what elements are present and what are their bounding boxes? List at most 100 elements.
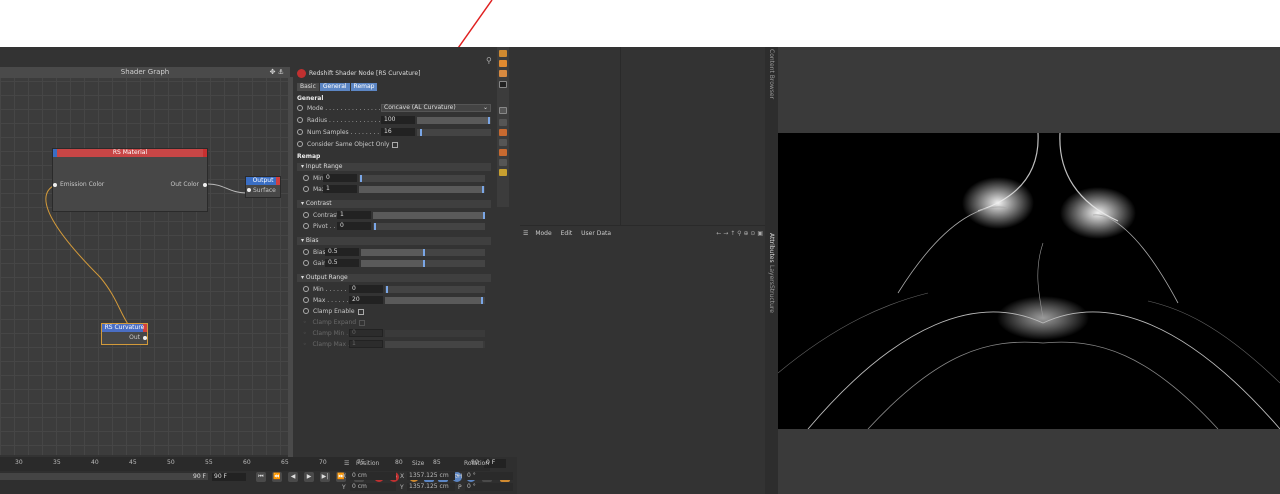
- render-icon[interactable]: [499, 50, 507, 57]
- output-max-slider[interactable]: [385, 297, 485, 304]
- side-tab-content-browser[interactable]: Content Browser: [768, 49, 775, 99]
- num-samples-animate-icon[interactable]: [297, 128, 303, 135]
- remap-heading: Remap: [297, 153, 321, 160]
- output-node[interactable]: Output Surface: [245, 176, 281, 198]
- bias-group[interactable]: ▾ Bias: [297, 237, 491, 245]
- num-samples-input[interactable]: 16: [381, 128, 415, 136]
- next-frame-button[interactable]: ▶|: [320, 472, 330, 482]
- clamp-enable-checkbox[interactable]: [357, 308, 364, 315]
- tool-icon-e[interactable]: [499, 159, 507, 166]
- coords-menu-icon[interactable]: ☰: [344, 460, 349, 467]
- input-min-input[interactable]: 0: [323, 174, 357, 182]
- num-samples-slider[interactable]: [417, 129, 491, 136]
- input-min-animate-icon[interactable]: [303, 174, 309, 181]
- previous-key-button[interactable]: ⏪: [272, 472, 282, 482]
- menu-user-data[interactable]: User Data: [581, 230, 611, 237]
- tool-icon-c[interactable]: [499, 139, 507, 146]
- output-min-input[interactable]: 0: [349, 285, 383, 293]
- mode-row: Mode . . . . . . . . . . . . . . . Conca…: [297, 104, 491, 113]
- render-view-image[interactable]: [778, 133, 1280, 429]
- y-size-field[interactable]: 1357.125 cm: [407, 483, 455, 491]
- h-rotation-field[interactable]: 0 °: [465, 472, 513, 480]
- consider-animate-icon[interactable]: [297, 140, 303, 147]
- radius-input[interactable]: 100: [381, 116, 415, 124]
- bias-input[interactable]: 0.5: [325, 248, 359, 256]
- tool-icon-b[interactable]: [499, 129, 507, 136]
- menu-edit[interactable]: Edit: [561, 230, 573, 237]
- picture-viewer-icon[interactable]: [499, 81, 507, 88]
- tool-icon-d[interactable]: [499, 149, 507, 156]
- contrast-input[interactable]: 1: [337, 211, 371, 219]
- layout-icon[interactable]: [499, 107, 507, 114]
- end-frame-field[interactable]: 90 F: [212, 473, 246, 481]
- output-max-animate-icon[interactable]: [303, 296, 309, 303]
- go-to-start-button[interactable]: ⏮: [256, 472, 266, 482]
- pivot-animate-icon[interactable]: [303, 222, 309, 229]
- object-manager-panel: [520, 47, 765, 494]
- rs-material-node[interactable]: RS Material Emission Color Out Color: [52, 148, 208, 212]
- clamp-max-slider: [385, 341, 485, 348]
- radius-animate-icon[interactable]: [297, 116, 303, 123]
- p-rotation-axis-label: P: [458, 484, 462, 491]
- input-min-slider[interactable]: [359, 175, 485, 182]
- output-min-animate-icon[interactable]: [303, 285, 309, 292]
- surface-port[interactable]: [247, 188, 251, 192]
- contrast-animate-icon[interactable]: [303, 211, 309, 218]
- search-icon[interactable]: ⚲: [486, 56, 492, 65]
- out-color-port[interactable]: [203, 183, 207, 187]
- input-max-slider[interactable]: [359, 186, 485, 193]
- tab-remap[interactable]: Remap: [350, 83, 378, 91]
- input-max-animate-icon[interactable]: [303, 185, 309, 192]
- attributes-menubar: ☰ Mode Edit User Data ← → ↑ ⚲ ⊕ ⊙ ▣: [520, 227, 765, 240]
- consider-checkbox[interactable]: [392, 141, 399, 148]
- mode-dropdown[interactable]: Concave (AL Curvature) ⌄: [381, 104, 491, 112]
- tab-basic[interactable]: Basic: [297, 83, 319, 91]
- coords-header-position: Position: [356, 460, 380, 467]
- frame-range-bar[interactable]: 90 F: [0, 473, 208, 480]
- output-min-slider[interactable]: [385, 286, 485, 293]
- contrast-group[interactable]: ▾ Contrast: [297, 200, 491, 208]
- x-size-field[interactable]: 1357.125 cm: [407, 472, 455, 480]
- rs-curvature-node[interactable]: RS Curvature Out: [101, 323, 148, 345]
- rs-curvature-header[interactable]: RS Curvature: [102, 324, 147, 332]
- pivot-input[interactable]: 0: [337, 222, 371, 230]
- side-tab-attributes[interactable]: Attributes: [768, 233, 775, 263]
- render-settings-icon[interactable]: [499, 60, 507, 67]
- tab-general[interactable]: General: [319, 83, 350, 91]
- pivot-row: Pivot . . 0: [303, 222, 497, 231]
- contrast-slider[interactable]: [373, 212, 485, 219]
- p-rotation-field[interactable]: 0 °: [465, 483, 513, 491]
- out-port[interactable]: [143, 336, 147, 340]
- output-max-input[interactable]: 20: [349, 296, 383, 304]
- render-view-icon[interactable]: [499, 70, 507, 77]
- clamp-enable-animate-icon[interactable]: [303, 307, 309, 314]
- radius-slider[interactable]: [417, 117, 491, 124]
- play-button[interactable]: ▶: [304, 472, 314, 482]
- tick-label: 35: [53, 459, 61, 466]
- rs-material-header[interactable]: RS Material: [53, 149, 207, 157]
- output-range-group[interactable]: ▾ Output Range: [297, 274, 491, 282]
- consider-same-row: Consider Same Object Only: [297, 140, 491, 149]
- emission-color-port[interactable]: [53, 183, 57, 187]
- x-position-field[interactable]: 0 cm: [350, 472, 396, 480]
- input-range-group[interactable]: ▾ Input Range: [297, 163, 491, 171]
- bias-animate-icon[interactable]: [303, 248, 309, 255]
- frame-range-end: 90 F: [193, 473, 206, 480]
- tool-icon-f[interactable]: [499, 169, 507, 176]
- menu-mode[interactable]: Mode: [535, 230, 551, 237]
- input-max-input[interactable]: 1: [323, 185, 357, 193]
- y-position-field[interactable]: 0 cm: [350, 483, 396, 491]
- gain-input[interactable]: 0.5: [325, 259, 359, 267]
- previous-frame-button[interactable]: ◀: [288, 472, 298, 482]
- side-tab-layers[interactable]: Layers: [768, 265, 775, 285]
- gain-slider[interactable]: [361, 260, 485, 267]
- output-header[interactable]: Output: [246, 177, 280, 185]
- tool-icon-a[interactable]: [499, 119, 507, 126]
- nav-icons[interactable]: ← → ↑ ⚲ ⊕ ⊙ ▣: [716, 227, 763, 240]
- menu-icon[interactable]: ☰: [523, 230, 528, 237]
- bias-slider[interactable]: [361, 249, 485, 256]
- mode-animate-icon[interactable]: [297, 104, 303, 111]
- gain-animate-icon[interactable]: [303, 259, 309, 266]
- pivot-slider[interactable]: [373, 223, 485, 230]
- side-tab-structure[interactable]: Structure: [768, 285, 775, 313]
